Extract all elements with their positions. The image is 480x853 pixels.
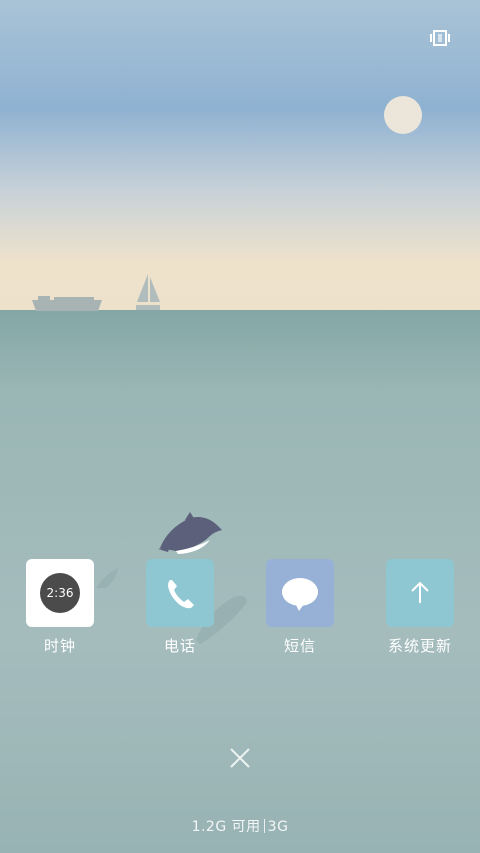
app-system-update[interactable]: 系统更新 [380, 557, 460, 662]
phone-glyph [168, 580, 194, 609]
app-phone[interactable]: 电话 [140, 557, 220, 662]
clock-time: 2:36 [40, 573, 80, 613]
app-row: 2:36 时钟 电话 短信 系统更新 [0, 557, 480, 667]
close-icon[interactable] [226, 744, 254, 772]
clock-icon[interactable]: 2:36 [26, 559, 94, 627]
arrow-up-icon[interactable] [386, 559, 454, 627]
memory-available: 1.2G 可用 [191, 819, 261, 835]
app-label: 时钟 [43, 637, 76, 655]
ship [32, 296, 102, 311]
divider [263, 819, 265, 833]
app-clock[interactable]: 2:36 时钟 [20, 557, 100, 662]
sky [0, 0, 480, 311]
sun [384, 96, 422, 134]
vibrate-icon [430, 30, 450, 46]
app-label: 电话 [163, 637, 196, 655]
message-glyph [282, 578, 318, 611]
app-messages[interactable]: 短信 [260, 557, 340, 662]
message-icon[interactable] [266, 559, 334, 627]
app-label: 短信 [283, 637, 316, 655]
memory-status: 1.2G 可用 3G [0, 816, 480, 836]
network-type: 3G [267, 819, 289, 835]
phone-icon[interactable] [146, 559, 214, 627]
wallpaper [0, 0, 480, 853]
app-label: 系统更新 [387, 637, 452, 655]
arrow-up-glyph [411, 581, 429, 603]
